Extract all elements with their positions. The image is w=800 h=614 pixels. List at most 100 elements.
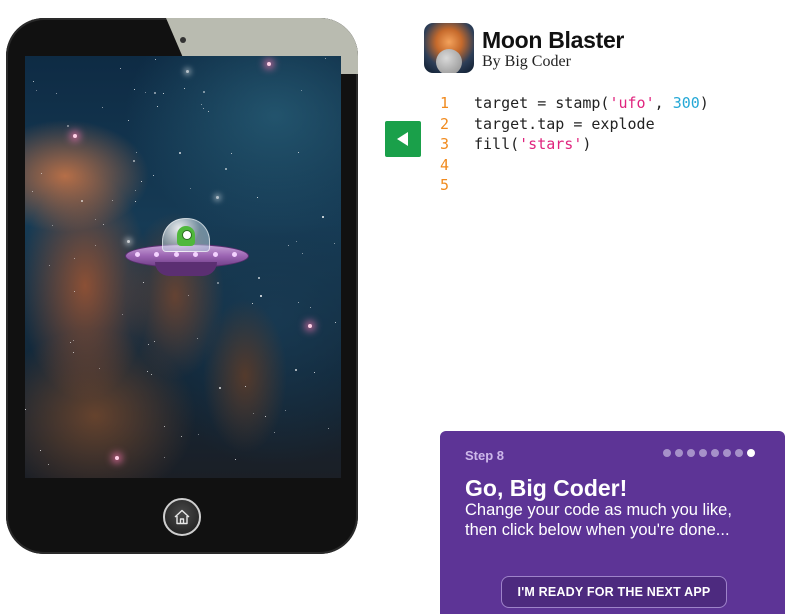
- star: [258, 277, 260, 279]
- line-number: 5: [440, 176, 450, 194]
- star: [56, 93, 57, 94]
- code-line[interactable]: 1 target = stamp('ufo', 300): [440, 93, 709, 114]
- next-app-button[interactable]: I'M READY FOR THE NEXT APP: [501, 576, 727, 608]
- bright-star: [115, 456, 119, 460]
- star: [197, 338, 198, 339]
- star: [181, 436, 182, 437]
- star: [298, 152, 299, 153]
- code-token: target.tap = explode: [474, 114, 655, 133]
- code-line[interactable]: 4: [440, 155, 709, 176]
- code-line[interactable]: 3 fill('stars'): [440, 134, 709, 155]
- star: [190, 188, 191, 189]
- progress-dot: [675, 449, 683, 457]
- star: [148, 344, 149, 345]
- code-token: target = stamp(: [474, 94, 610, 112]
- app-preview-screen[interactable]: [25, 56, 341, 478]
- progress-dot: [663, 449, 671, 457]
- star: [328, 428, 329, 429]
- line-number: 1: [440, 94, 450, 112]
- star: [198, 434, 199, 435]
- star: [274, 432, 275, 433]
- star: [112, 200, 113, 201]
- app-title: Moon Blaster: [482, 27, 625, 53]
- star: [74, 291, 75, 292]
- star: [310, 307, 311, 308]
- code-token: ): [582, 135, 592, 153]
- run-button[interactable]: [385, 121, 421, 157]
- star: [99, 368, 100, 369]
- star: [73, 352, 74, 353]
- alien-icon: [177, 226, 195, 246]
- step-progress-dots: [663, 449, 755, 457]
- star: [288, 245, 289, 246]
- tablet-device: [6, 18, 358, 554]
- star: [133, 160, 135, 162]
- star: [102, 107, 103, 108]
- app-author: By Big Coder: [482, 53, 571, 70]
- star: [301, 90, 302, 91]
- star: [52, 225, 53, 226]
- line-number: 3: [440, 135, 450, 153]
- star: [81, 200, 83, 202]
- star: [219, 387, 221, 389]
- star: [41, 173, 42, 174]
- star: [67, 125, 69, 127]
- star: [103, 224, 104, 225]
- code-line[interactable]: 5: [440, 175, 709, 196]
- star: [186, 70, 189, 73]
- star: [135, 201, 136, 202]
- star: [322, 216, 324, 218]
- line-number: 4: [440, 155, 450, 174]
- star: [33, 81, 34, 82]
- star: [225, 168, 227, 170]
- app-icon: [424, 23, 474, 73]
- star: [295, 369, 297, 371]
- star: [296, 241, 297, 242]
- home-icon: [174, 509, 190, 525]
- star: [74, 258, 75, 259]
- star: [40, 450, 41, 451]
- step-panel: Step 8 Go, Big Coder! Change your code a…: [440, 431, 785, 614]
- progress-dot: [723, 449, 731, 457]
- star: [235, 459, 236, 460]
- code-token: ,: [654, 94, 673, 112]
- star: [25, 409, 26, 410]
- progress-dot: [747, 449, 755, 457]
- star: [36, 90, 37, 91]
- alien-eye: [182, 230, 192, 240]
- star: [145, 92, 146, 93]
- code-token: ): [699, 94, 709, 112]
- star: [164, 457, 165, 458]
- star: [335, 322, 336, 323]
- star: [257, 197, 258, 198]
- ufo-sprite[interactable]: [125, 218, 249, 288]
- star: [151, 374, 152, 375]
- star: [325, 58, 326, 59]
- star: [153, 175, 154, 176]
- star: [73, 340, 74, 341]
- home-button[interactable]: [163, 498, 201, 536]
- star: [134, 89, 135, 90]
- star: [135, 190, 136, 191]
- code-line[interactable]: 2 target.tap = explode: [440, 114, 709, 135]
- star: [32, 191, 33, 192]
- star: [157, 106, 158, 107]
- line-number: 2: [440, 114, 450, 133]
- step-label: Step 8: [465, 448, 505, 463]
- star: [95, 245, 96, 246]
- star: [285, 410, 286, 411]
- ufo-base: [155, 262, 217, 276]
- play-left-arrow-icon: [397, 132, 408, 146]
- progress-dot: [711, 449, 719, 457]
- code-editor[interactable]: 1 target = stamp('ufo', 300) 2 target.tap =…: [440, 93, 709, 196]
- star: [203, 91, 205, 93]
- star: [141, 181, 142, 182]
- step-heading: Go, Big Coder!: [465, 475, 628, 501]
- progress-dot: [735, 449, 743, 457]
- star: [122, 314, 123, 315]
- star: [49, 265, 50, 266]
- star: [155, 59, 156, 60]
- step-text: Change your code as much you like, then …: [465, 501, 732, 539]
- star: [70, 342, 71, 343]
- star: [154, 341, 155, 342]
